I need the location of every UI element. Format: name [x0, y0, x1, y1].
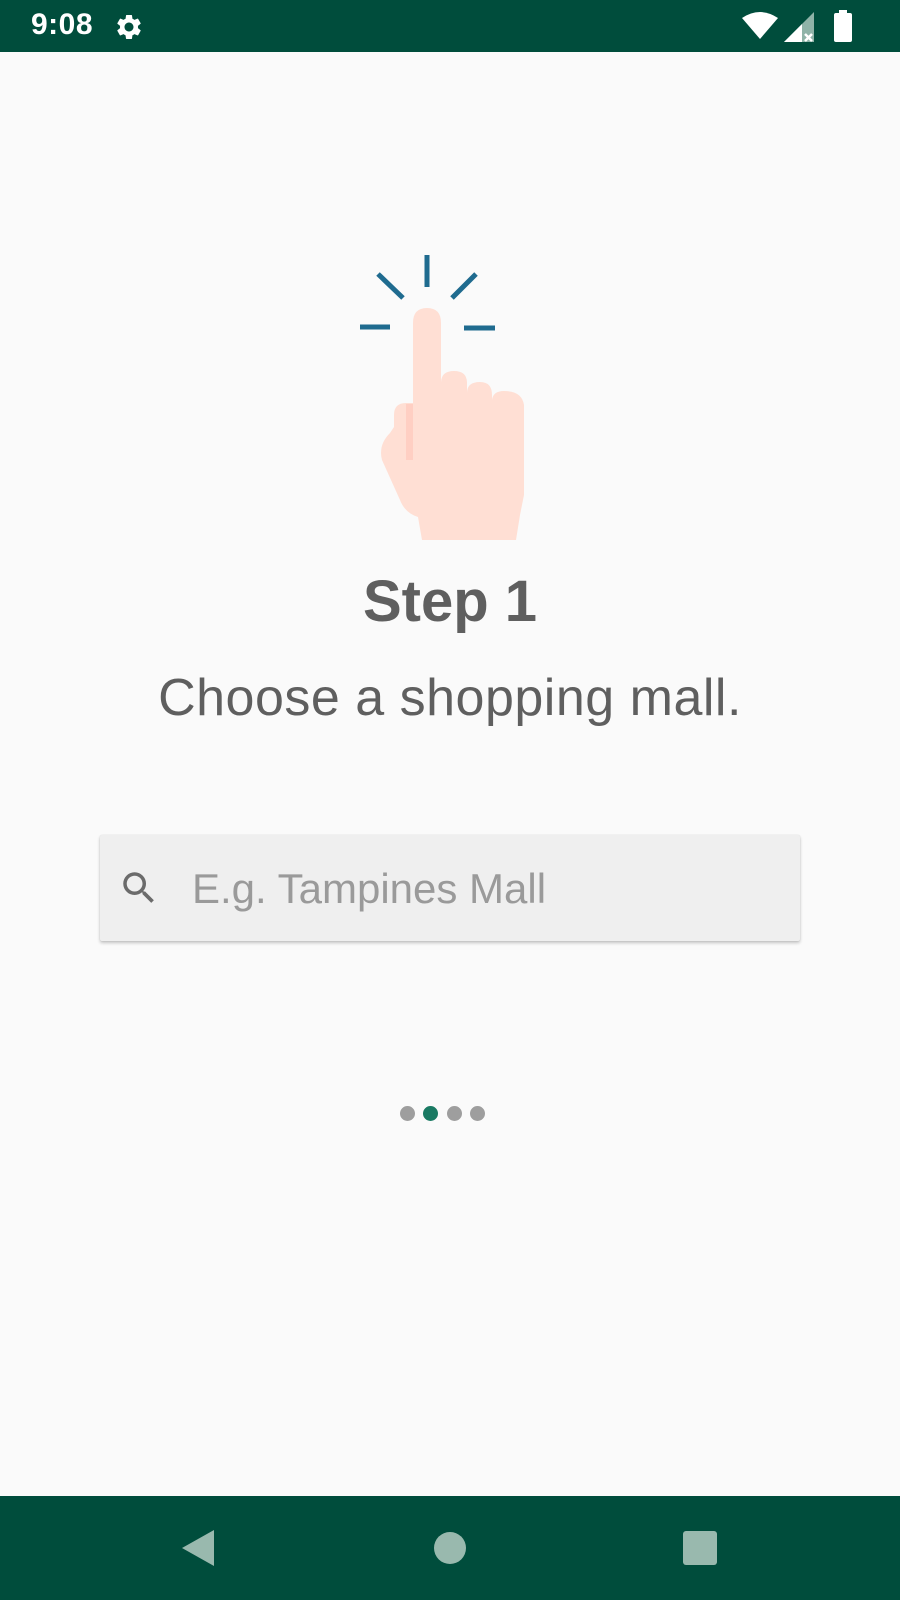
- back-icon[interactable]: [180, 1528, 220, 1568]
- page-indicator: [400, 1106, 500, 1124]
- page-dot-active: [423, 1106, 438, 1121]
- step-title: Step 1: [362, 569, 538, 634]
- page-dot: [400, 1106, 415, 1121]
- home-icon[interactable]: [430, 1528, 470, 1568]
- mall-search-box[interactable]: [100, 835, 800, 941]
- step-subtitle: Choose a shopping mall.: [158, 669, 742, 727]
- status-icons: [742, 10, 872, 44]
- search-icon: [123, 872, 154, 903]
- pointing-hand-icon: [360, 255, 524, 540]
- signal-icon: [784, 12, 814, 42]
- page-dot: [470, 1106, 485, 1121]
- wifi-icon: [742, 12, 778, 39]
- status-time: 9:08: [31, 8, 94, 41]
- navigation-bar: [0, 1496, 900, 1600]
- gear-icon: [117, 14, 141, 40]
- page-dot: [447, 1106, 462, 1121]
- mall-search-input[interactable]: [190, 853, 784, 925]
- recents-icon[interactable]: [680, 1528, 720, 1568]
- battery-icon: [834, 10, 852, 42]
- status-bar: 9:08: [0, 0, 900, 52]
